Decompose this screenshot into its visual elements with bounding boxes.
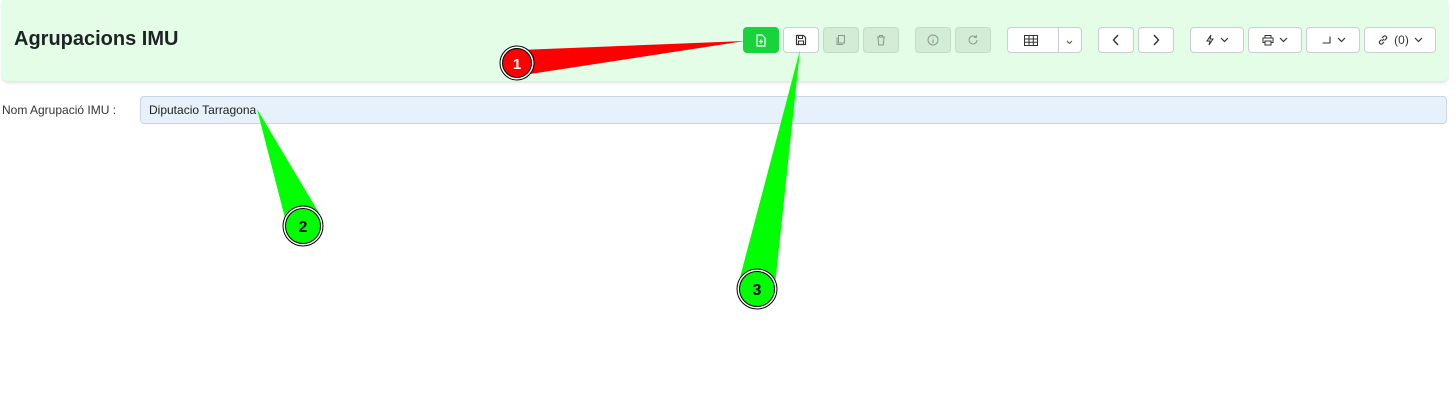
callout-1-pointer: [517, 41, 745, 76]
callout-3-number: 3: [753, 282, 762, 299]
callout-2-number: 2: [299, 219, 308, 236]
annotation-overlay: 1 2 3: [257, 41, 800, 310]
callout-3-pointer: [738, 50, 800, 285]
callout-2-pointer: [257, 109, 319, 222]
callout-1-number: 1: [513, 56, 521, 73]
